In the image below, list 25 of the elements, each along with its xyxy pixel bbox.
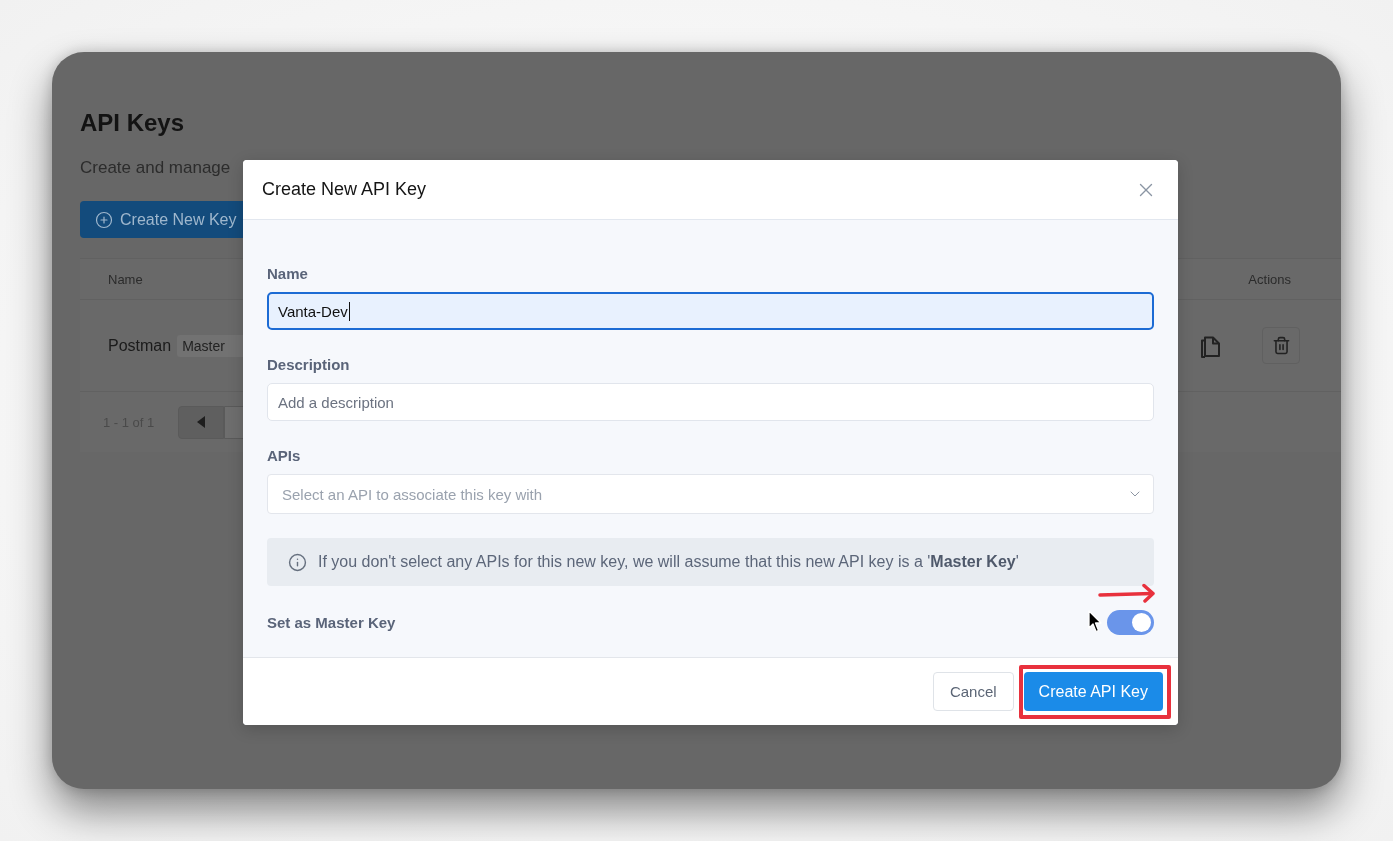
column-header: Name bbox=[108, 271, 143, 287]
triangle-left-icon bbox=[197, 416, 206, 428]
column-header: Actions bbox=[1248, 271, 1291, 287]
mouse-cursor-icon bbox=[1088, 610, 1103, 633]
trash-icon bbox=[1271, 336, 1291, 355]
plus-circle-icon bbox=[95, 210, 113, 229]
notice-text: If you don't select any APIs for this new key, we will assume that this new API key is a 'Master Key' bbox=[318, 553, 1019, 571]
master-key-toggle[interactable] bbox=[1107, 610, 1154, 635]
pointer-arrow bbox=[1098, 583, 1157, 603]
text-input[interactable]: Vanta-Dev bbox=[267, 292, 1154, 330]
page-title: API Keys bbox=[80, 108, 185, 138]
select-dropdown[interactable]: Select an API to associate this key with bbox=[267, 474, 1154, 514]
create-button[interactable]: Create API Key bbox=[1023, 672, 1163, 711]
delete-button[interactable] bbox=[1262, 327, 1300, 364]
field-label: APIs bbox=[267, 447, 301, 465]
text-input[interactable]: Add a description bbox=[267, 383, 1154, 421]
field-label: Name bbox=[267, 265, 308, 283]
previous-page-button[interactable] bbox=[178, 405, 225, 439]
dialog-title: Create New API Key bbox=[262, 179, 427, 200]
page-subtitle: Create and manage bbox=[80, 157, 231, 179]
info-icon bbox=[288, 552, 307, 572]
key-name: Postman bbox=[108, 336, 172, 355]
field-label: Description bbox=[267, 356, 350, 374]
cancel-button[interactable]: Cancel bbox=[932, 672, 1014, 711]
toggle-label: Set as Master Key bbox=[267, 614, 396, 631]
